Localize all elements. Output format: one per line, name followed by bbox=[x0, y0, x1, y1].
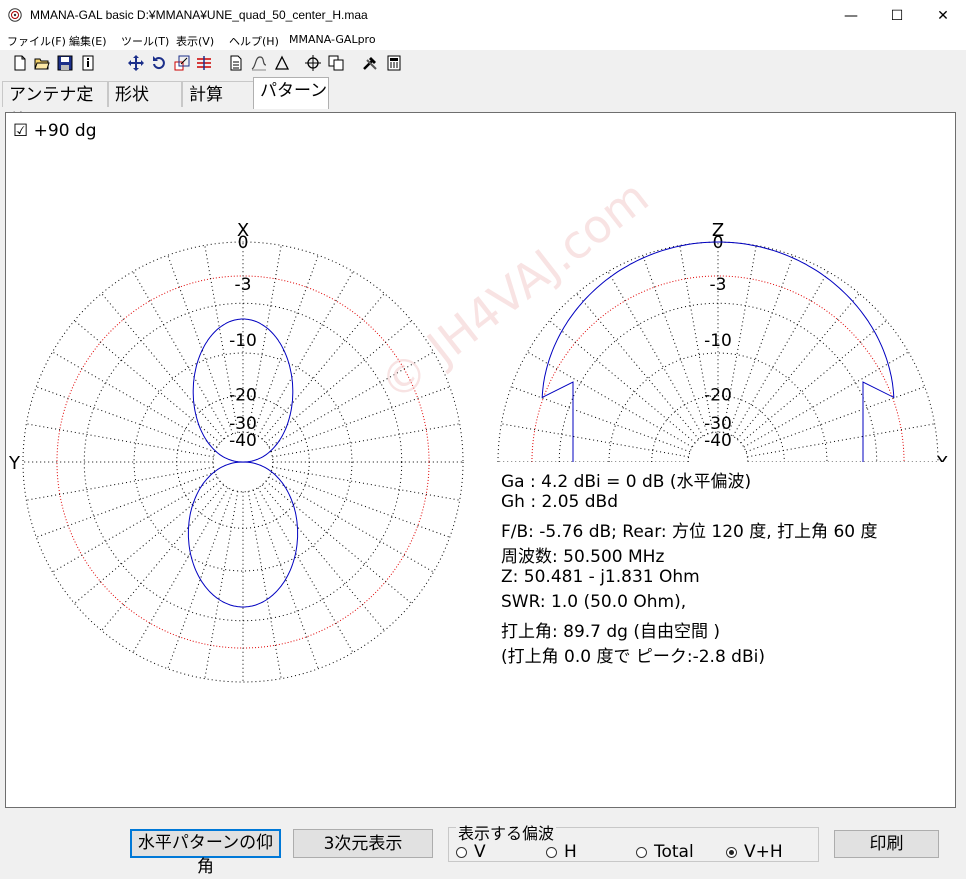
save-icon[interactable] bbox=[57, 55, 73, 71]
info-front-back: F/B: -5.76 dB; Rear: 方位 120 度, 打上角 60 度 bbox=[501, 522, 878, 542]
info-gain-dbi: Ga : 4.2 dBi = 0 dB (水平偏波) bbox=[501, 472, 752, 492]
toolbar bbox=[0, 51, 966, 77]
copy-icon[interactable] bbox=[328, 55, 344, 71]
right-grid-spoke bbox=[743, 351, 909, 448]
left-grid-spoke bbox=[74, 480, 221, 604]
left-grid-spoke bbox=[252, 255, 319, 435]
maximize-button[interactable]: ☐ bbox=[874, 0, 920, 31]
horizontal-pattern-plot: 0-3-10-20-30-40XY bbox=[8, 220, 464, 683]
calculator-icon[interactable] bbox=[386, 55, 402, 71]
radio-v-plus-h[interactable]: V+H bbox=[726, 842, 783, 862]
radio-total-dot[interactable] bbox=[636, 846, 647, 858]
right-ring-label: -40 bbox=[704, 431, 732, 451]
close-button[interactable]: ✕ bbox=[920, 0, 966, 31]
window-title: MMANA-GAL basic D:¥MMANA¥UNE_quad_50_cen… bbox=[30, 8, 368, 22]
wire-edit-icon[interactable] bbox=[196, 55, 212, 71]
menu-tools[interactable]: ツール(T) bbox=[121, 33, 169, 49]
left-grid-spoke bbox=[101, 293, 225, 440]
pattern-panel: 0-3-10-20-30-40XY 0-3-10-20-30-40ZX © JH… bbox=[5, 112, 956, 808]
right-grid-spoke bbox=[745, 386, 925, 453]
left-pattern-lower-lobe bbox=[187, 461, 299, 608]
right-ring-label: -3 bbox=[710, 275, 727, 295]
info-swr: SWR: 1.0 (50.0 Ohm), bbox=[501, 592, 687, 612]
target-icon[interactable] bbox=[305, 55, 321, 71]
print-button[interactable]: 印刷 bbox=[834, 830, 939, 858]
radio-vh-dot[interactable] bbox=[726, 846, 737, 858]
right-grid-spoke bbox=[549, 320, 696, 444]
tab-pattern[interactable]: パターン bbox=[253, 77, 329, 109]
left-grid-spoke bbox=[270, 386, 450, 453]
right-grid-spoke bbox=[642, 255, 709, 435]
view-3d-button[interactable]: 3次元表示 bbox=[293, 829, 433, 858]
minimize-button[interactable]: — bbox=[828, 0, 874, 31]
left-axis-y-label: Y bbox=[8, 453, 21, 474]
right-grid-spoke bbox=[511, 386, 691, 453]
scale-icon[interactable] bbox=[174, 55, 190, 71]
move-icon[interactable] bbox=[128, 55, 144, 71]
app-icon bbox=[8, 8, 22, 22]
tab-antenna-definition[interactable]: アンテナ定義 bbox=[2, 81, 108, 131]
info-icon[interactable] bbox=[80, 55, 96, 71]
right-grid-spoke bbox=[740, 320, 887, 444]
menu-edit[interactable]: 編集(E) bbox=[69, 33, 107, 49]
right-grid-spoke bbox=[527, 351, 693, 448]
title-bar: MMANA-GAL basic D:¥MMANA¥UNE_quad_50_cen… bbox=[0, 0, 966, 32]
left-ring-label: -3 bbox=[235, 275, 252, 295]
right-grid-spoke bbox=[732, 271, 829, 437]
left-axis-x-label: X bbox=[237, 220, 249, 241]
stretch-icon[interactable] bbox=[251, 55, 267, 71]
info-impedance: Z: 50.481 - j1.831 Ohm bbox=[501, 567, 700, 587]
right-ring-label: -10 bbox=[704, 331, 732, 351]
left-grid-spoke bbox=[132, 271, 229, 437]
radio-total[interactable]: Total bbox=[636, 842, 694, 862]
left-grid-spoke bbox=[36, 386, 216, 453]
triangle-icon[interactable] bbox=[274, 55, 290, 71]
radio-horizontal[interactable]: H bbox=[546, 842, 577, 862]
right-grid-spoke bbox=[727, 255, 794, 435]
tools-icon[interactable] bbox=[362, 55, 378, 71]
info-frequency: 周波数: 50.500 MHz bbox=[501, 547, 665, 567]
radio-v-dot[interactable] bbox=[456, 846, 467, 858]
left-grid-spoke bbox=[52, 351, 218, 448]
polarization-title: 表示する偏波 bbox=[456, 820, 557, 844]
right-axis-z-label: Z bbox=[712, 220, 724, 241]
tab-geometry[interactable]: 形状 bbox=[108, 81, 182, 107]
left-grid-spoke bbox=[261, 484, 385, 631]
left-grid-spoke bbox=[265, 480, 412, 604]
info-peak: (打上角 0.0 度で ピーク:-2.8 dBi) bbox=[501, 647, 765, 667]
left-grid-spoke bbox=[101, 484, 225, 631]
left-grid-spoke bbox=[261, 293, 385, 440]
document-icon[interactable] bbox=[228, 55, 244, 71]
right-grid-spoke bbox=[736, 293, 860, 440]
left-ring-label: -40 bbox=[229, 431, 257, 451]
left-ring-label: -20 bbox=[229, 385, 257, 405]
right-ring-label: -20 bbox=[704, 385, 732, 405]
info-gain-dbd: Gh : 2.05 dBd bbox=[501, 492, 618, 512]
open-folder-icon[interactable] bbox=[34, 55, 50, 71]
left-grid-spoke bbox=[52, 476, 218, 573]
left-ring-label: -10 bbox=[229, 331, 257, 351]
new-file-icon[interactable] bbox=[12, 55, 28, 71]
left-grid-spoke bbox=[257, 487, 354, 653]
menu-file[interactable]: ファイル(F) bbox=[7, 33, 66, 49]
tab-calculate[interactable]: 計算 bbox=[182, 81, 254, 107]
elevation-angle-checkbox[interactable]: ☑ +90 dg bbox=[13, 121, 97, 141]
radio-vertical[interactable]: V bbox=[456, 842, 486, 862]
left-grid-spoke bbox=[167, 255, 234, 435]
menu-view[interactable]: 表示(V) bbox=[176, 33, 214, 49]
info-elevation: 打上角: 89.7 dg (自由空間 ) bbox=[501, 622, 721, 642]
rotate-icon[interactable] bbox=[151, 55, 167, 71]
left-grid-spoke bbox=[132, 487, 229, 653]
elevation-pattern-button[interactable]: 水平パターンの仰角 bbox=[130, 829, 281, 877]
right-grid-spoke bbox=[576, 293, 700, 440]
left-grid-spoke bbox=[257, 271, 354, 437]
pattern-plots: 0-3-10-20-30-40XY 0-3-10-20-30-40ZX © JH… bbox=[8, 169, 955, 807]
menu-mmana-gal-pro[interactable]: MMANA-GALpro bbox=[289, 33, 376, 46]
tab-strip: アンテナ定義 形状 計算 パターン bbox=[0, 77, 966, 131]
left-grid-spoke bbox=[268, 476, 434, 573]
menu-bar: ファイル(F) 編集(E) ツール(T) 表示(V) ヘルプ(H) MMANA-… bbox=[0, 31, 966, 50]
right-grid-spoke bbox=[607, 271, 704, 437]
radio-h-dot[interactable] bbox=[546, 846, 557, 858]
menu-help[interactable]: ヘルプ(H) bbox=[229, 33, 279, 49]
